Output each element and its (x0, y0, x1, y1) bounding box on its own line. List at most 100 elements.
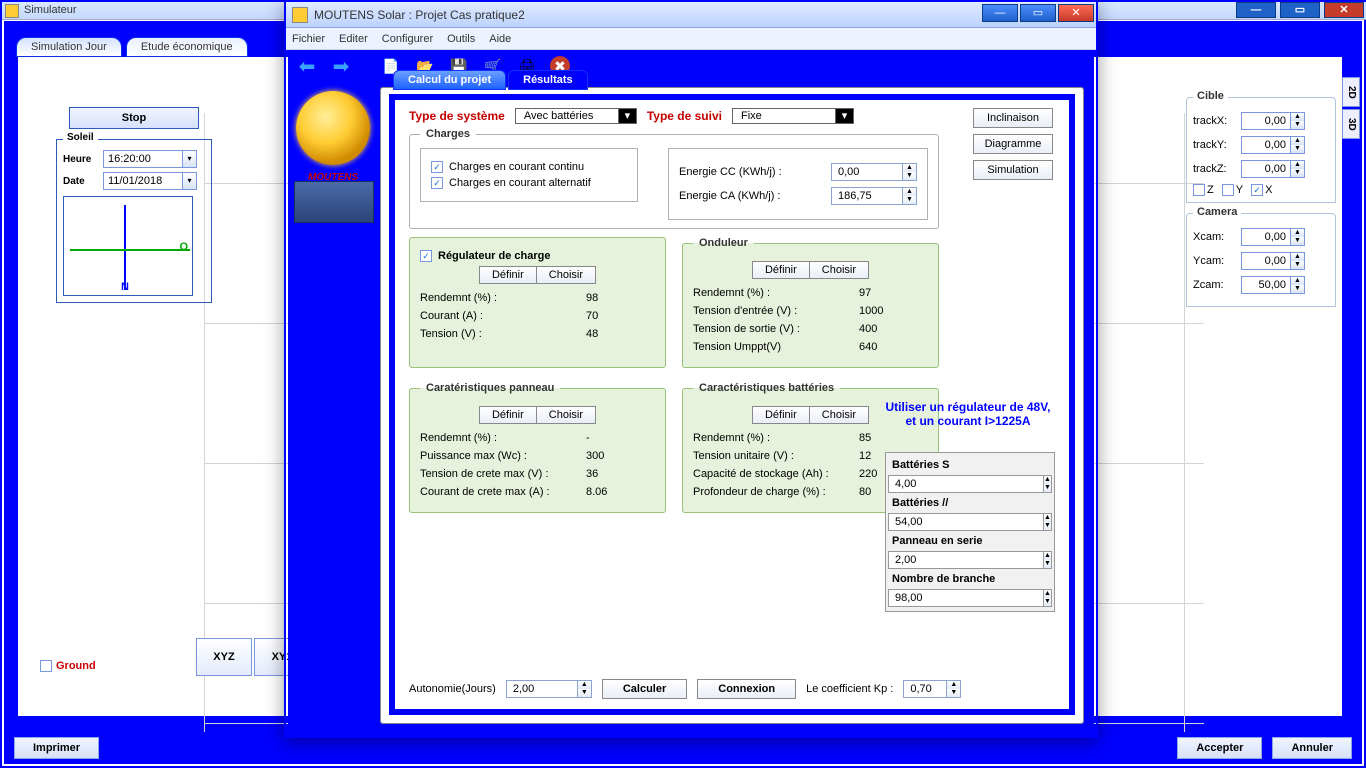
tab-3d[interactable]: 3D (1342, 109, 1360, 139)
zcam-input[interactable] (1241, 276, 1291, 294)
date-dropdown[interactable]: ▾ (183, 172, 197, 190)
right-action-buttons: Inclinaison Diagramme Simulation (973, 108, 1053, 180)
axis-y-check[interactable]: Y (1222, 184, 1243, 196)
menu-fichier[interactable]: Fichier (292, 33, 325, 45)
diagramme-button[interactable]: Diagramme (973, 134, 1053, 154)
trackz-input[interactable] (1241, 160, 1291, 178)
pan-definir[interactable]: Définir (479, 406, 537, 424)
regulateur-fieldset: ✓Régulateur de charge DéfinirChoisir Ren… (409, 237, 666, 368)
compass-north: N (121, 281, 129, 293)
type-suivi-label: Type de suivi (647, 109, 722, 123)
pan-choisir[interactable]: Choisir (537, 406, 596, 424)
close-button[interactable]: ✕ (1324, 2, 1364, 18)
batteries-s-input[interactable] (888, 475, 1044, 493)
right-side-panel: Cible trackX:▲▼ trackY:▲▼ trackZ:▲▼ Z Y … (1186, 97, 1336, 317)
eca-input[interactable] (831, 187, 903, 205)
soleil-group: Soleil Heure ▾ Date ▾ O N (56, 139, 212, 303)
accepter-button[interactable]: Accepter (1177, 737, 1262, 759)
tab-calcul[interactable]: Calcul du projet (393, 70, 506, 90)
soleil-legend: Soleil (63, 132, 98, 143)
kp-input[interactable] (903, 680, 947, 698)
page-content: Type de système Avec battéries▾ Type de … (395, 100, 1069, 709)
ecc-input[interactable] (831, 163, 903, 181)
ground-checkbox[interactable]: Ground (40, 660, 96, 672)
modal-app-icon (292, 7, 308, 23)
tab-resultats[interactable]: Résultats (508, 70, 588, 90)
xcam-input[interactable] (1241, 228, 1291, 246)
regulateur-check[interactable]: ✓Régulateur de charge (420, 250, 655, 262)
charges-fieldset: Charges ✓Charges en courant continu ✓Cha… (409, 128, 939, 229)
menu-aide[interactable]: Aide (489, 33, 511, 45)
autonomie-input[interactable] (506, 680, 578, 698)
type-suivi-select[interactable]: Fixe▾ (732, 108, 854, 124)
trackx-input[interactable] (1241, 112, 1291, 130)
ond-definir[interactable]: Définir (752, 261, 810, 279)
axis-x-check[interactable]: ✓X (1251, 184, 1272, 196)
tracky-input[interactable] (1241, 136, 1291, 154)
tab-simulation-jour[interactable]: Simulation Jour (16, 37, 122, 57)
connexion-button[interactable]: Connexion (697, 679, 796, 699)
modal-minimize[interactable]: — (982, 4, 1018, 22)
main-card: Calcul du projet Résultats Type de systè… (380, 87, 1084, 724)
bg-title: Simulateur (24, 4, 77, 16)
tab-etude-economique[interactable]: Etude économique (126, 37, 248, 57)
bat-choisir[interactable]: Choisir (810, 406, 869, 424)
charges-ca-check[interactable]: ✓Charges en courant alternatif (431, 177, 627, 189)
ond-choisir[interactable]: Choisir (810, 261, 869, 279)
menu-editer[interactable]: Editer (339, 33, 368, 45)
spinner-arrows[interactable]: ▲▼ (1291, 112, 1305, 130)
camera-group: Camera Xcam:▲▼ Ycam:▲▼ Zcam:▲▼ (1186, 213, 1336, 307)
menu-outils[interactable]: Outils (447, 33, 475, 45)
modal-maximize[interactable]: ▭ (1020, 4, 1056, 22)
nb-branche-input[interactable] (888, 589, 1044, 607)
tab-2d[interactable]: 2D (1342, 77, 1360, 107)
xyz-button[interactable]: XYZ (196, 638, 252, 676)
date-label: Date (63, 176, 99, 187)
modal-titlebar[interactable]: MOUTENS Solar : Projet Cas pratique2 — ▭… (286, 2, 1096, 28)
heure-input[interactable] (103, 150, 183, 168)
onduleur-fieldset: Onduleur DéfinirChoisir Rendemnt (%) :97… (682, 237, 939, 368)
panneau-fieldset: Caratéristiques panneau DéfinirChoisir R… (409, 382, 666, 513)
maximize-button[interactable]: ▭ (1280, 2, 1320, 18)
calculer-button[interactable]: Calculer (602, 679, 687, 699)
panneau-serie-input[interactable] (888, 551, 1044, 569)
axis-z-check[interactable]: Z (1193, 184, 1214, 196)
bg-tabs: Simulation Jour Etude économique (16, 37, 248, 57)
heure-label: Heure (63, 154, 99, 165)
type-systeme-select[interactable]: Avec battéries▾ (515, 108, 637, 124)
charges-cc-check[interactable]: ✓Charges en courant continu (431, 161, 627, 173)
chevron-down-icon: ▾ (836, 108, 854, 124)
forward-icon[interactable]: ➡ (330, 55, 352, 77)
modal-blue-area: ⬅ ➡ 📄 📂 💾 🛒 🖨 ✖ MOUTENS Calcul du projet… (288, 51, 1094, 734)
bg-window-controls: — ▭ ✕ (1232, 2, 1364, 18)
type-systeme-label: Type de système (409, 109, 505, 123)
bat-definir[interactable]: Définir (752, 406, 810, 424)
heure-step[interactable]: ▾ (183, 150, 197, 168)
solar-thumbnail[interactable] (294, 181, 374, 223)
date-input[interactable] (103, 172, 183, 190)
batteries-p-input[interactable] (888, 513, 1044, 531)
back-icon[interactable]: ⬅ (296, 55, 318, 77)
bottom-row: Autonomie(Jours) ▲▼ Calculer Connexion L… (409, 679, 1055, 699)
imprimer-button[interactable]: Imprimer (14, 737, 99, 759)
ycam-input[interactable] (1241, 252, 1291, 270)
compass-east: O (179, 241, 188, 253)
left-panel: Stop Soleil Heure ▾ Date ▾ O N (56, 107, 212, 309)
view-mode-tabs: 2D 3D (1342, 77, 1360, 141)
modal-menubar: Fichier Editer Configurer Outils Aide (286, 28, 1096, 50)
minimize-button[interactable]: — (1236, 2, 1276, 18)
reg-definir[interactable]: Définir (479, 266, 537, 284)
inclinaison-button[interactable]: Inclinaison (973, 108, 1053, 128)
autonomie-label: Autonomie(Jours) (409, 683, 496, 695)
stop-button[interactable]: Stop (69, 107, 199, 129)
app-icon (5, 4, 19, 18)
moutens-window: MOUTENS Solar : Projet Cas pratique2 — ▭… (284, 0, 1098, 738)
moutens-logo: MOUTENS (296, 91, 370, 165)
modal-title: MOUTENS Solar : Projet Cas pratique2 (314, 8, 525, 22)
annuler-button[interactable]: Annuler (1272, 737, 1352, 759)
menu-configurer[interactable]: Configurer (382, 33, 433, 45)
advice-text: Utiliser un régulateur de 48V, et un cou… (883, 400, 1053, 428)
reg-choisir[interactable]: Choisir (537, 266, 596, 284)
modal-close[interactable]: ✕ (1058, 4, 1094, 22)
simulation-button[interactable]: Simulation (973, 160, 1053, 180)
